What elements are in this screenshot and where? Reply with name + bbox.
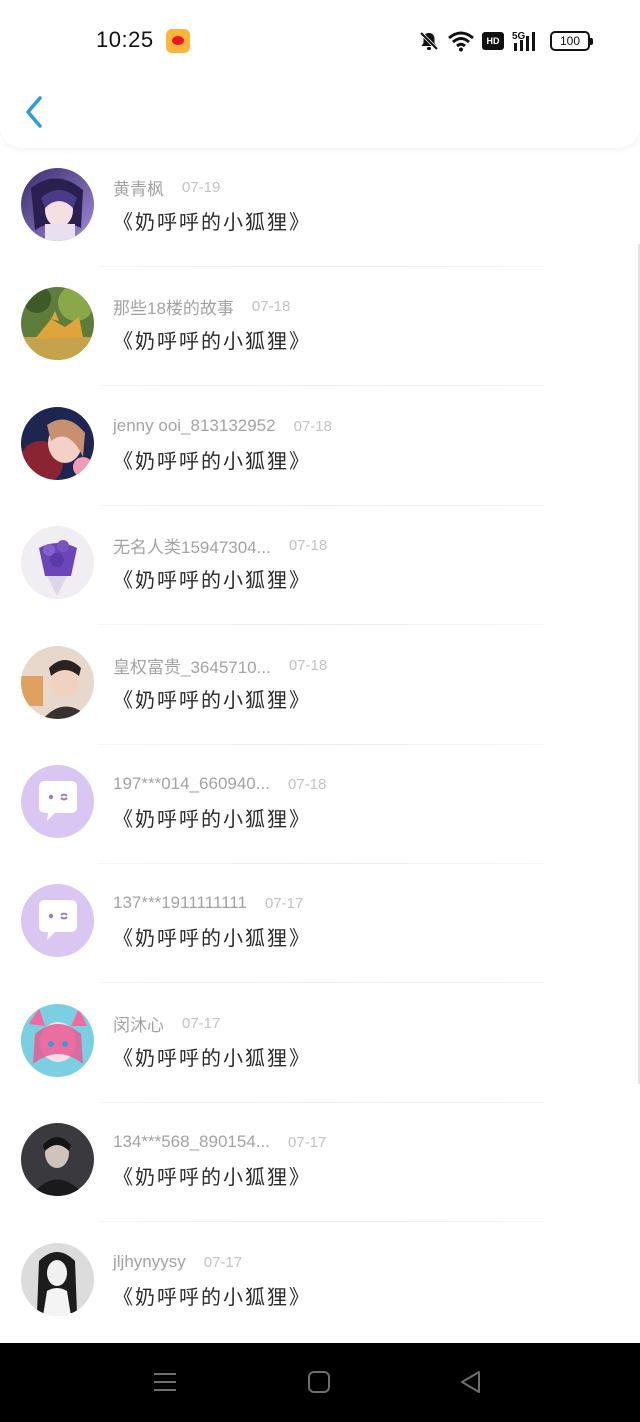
list-item[interactable]: 无名人类15947304... 07-18 《奶呼呼的小狐狸》 xyxy=(0,506,640,625)
comment-date: 07-18 xyxy=(287,775,327,793)
book-title[interactable]: 《奶呼呼的小狐狸》 xyxy=(113,1281,311,1310)
name-line: 197***014_660940... 07-18 xyxy=(113,773,326,795)
comment-date: 07-18 xyxy=(293,417,332,435)
avatar[interactable] xyxy=(21,884,94,957)
user-name[interactable]: 134***568_890154... xyxy=(113,1132,270,1152)
status-icons: HD 5G 100 xyxy=(418,28,593,54)
divider xyxy=(98,1221,544,1222)
list-item[interactable]: 闵沐心 07-17 《奶呼呼的小狐狸》 xyxy=(0,984,640,1103)
book-title[interactable]: 《奶呼呼的小狐狸》 xyxy=(113,684,311,713)
book-title[interactable]: 《奶呼呼的小狐狸》 xyxy=(113,1042,311,1071)
back-button[interactable] xyxy=(20,94,50,130)
comment-date: 07-18 xyxy=(251,297,291,315)
list-item[interactable]: 那些18楼的故事 07-18 《奶呼呼的小狐狸》 xyxy=(0,267,640,386)
signal-5g-icon: 5G xyxy=(512,30,542,52)
list-item[interactable]: 皇权富贵_3645710... 07-18 《奶呼呼的小狐狸》 xyxy=(0,626,640,745)
avatar[interactable] xyxy=(21,526,94,599)
avatar[interactable] xyxy=(21,646,94,719)
user-name[interactable]: 皇权富贵_3645710... xyxy=(113,653,271,678)
name-line: 皇权富贵_3645710... 07-18 xyxy=(113,653,328,678)
comment-date: 07-17 xyxy=(264,894,304,912)
navigation-bar xyxy=(0,1343,640,1422)
name-line: 134***568_890154... 07-17 xyxy=(113,1131,326,1153)
comment-date: 07-18 xyxy=(288,656,328,674)
user-list: 黄青枫 07-19 《奶呼呼的小狐狸》 那些18楼的故事 07-18 《奶呼呼的… xyxy=(0,148,640,1343)
screen: 10:25 HD 5G 100 黄青枫 07-19 《奶呼呼的小狐狸》 那些18… xyxy=(0,0,640,1422)
user-name[interactable]: 黄青枫 xyxy=(113,175,164,200)
book-title[interactable]: 《奶呼呼的小狐狸》 xyxy=(113,803,311,832)
comment-date: 07-19 xyxy=(182,178,221,196)
book-title[interactable]: 《奶呼呼的小狐狸》 xyxy=(113,564,311,593)
divider xyxy=(98,624,544,625)
user-name[interactable]: 闵沐心 xyxy=(113,1011,164,1036)
avatar[interactable] xyxy=(21,765,94,838)
user-name[interactable]: jljhynyysy xyxy=(113,1252,186,1272)
user-name[interactable]: 那些18楼的故事 xyxy=(113,294,234,319)
name-line: 那些18楼的故事 07-18 xyxy=(113,294,291,319)
avatar[interactable] xyxy=(21,168,94,241)
home-icon xyxy=(308,1371,330,1393)
battery-icon: 100 xyxy=(550,31,593,51)
name-line: jljhynyysy 07-17 xyxy=(113,1251,242,1273)
bell-off-icon xyxy=(418,30,440,52)
avatar[interactable] xyxy=(21,407,94,480)
avatar[interactable] xyxy=(21,1243,94,1316)
divider xyxy=(98,982,544,983)
name-line: 无名人类15947304... 07-18 xyxy=(113,533,328,558)
book-title[interactable]: 《奶呼呼的小狐狸》 xyxy=(113,325,311,354)
avatar[interactable] xyxy=(21,287,94,360)
menu-button[interactable] xyxy=(152,1369,178,1395)
list-item[interactable]: 134***568_890154... 07-17 《奶呼呼的小狐狸》 xyxy=(0,1103,640,1222)
name-line: 黄青枫 07-19 xyxy=(113,175,221,200)
status-time: 10:25 xyxy=(96,27,154,52)
name-line: jenny ooi_813132952 07-18 xyxy=(113,415,332,437)
comment-date: 07-17 xyxy=(203,1253,243,1271)
top-bar: 10:25 HD 5G 100 xyxy=(0,0,640,148)
comment-date: 07-17 xyxy=(287,1133,327,1151)
menu-icon xyxy=(154,1373,176,1391)
list-item[interactable]: jenny ooi_813132952 07-18 《奶呼呼的小狐狸》 xyxy=(0,387,640,506)
status-bar: 10:25 HD 5G 100 xyxy=(0,0,640,82)
user-name[interactable]: 137***1911111111 xyxy=(113,893,247,913)
user-name[interactable]: 197***014_660940... xyxy=(113,774,270,794)
hd-icon: HD xyxy=(482,32,504,50)
comment-date: 07-18 xyxy=(288,536,328,554)
user-name[interactable]: jenny ooi_813132952 xyxy=(113,416,276,436)
book-title[interactable]: 《奶呼呼的小狐狸》 xyxy=(113,1161,311,1190)
name-line: 闵沐心 07-17 xyxy=(113,1011,221,1036)
list-item[interactable]: 黄青枫 07-19 《奶呼呼的小狐狸》 xyxy=(0,148,640,267)
back-nav-button[interactable] xyxy=(458,1369,484,1395)
book-title[interactable]: 《奶呼呼的小狐狸》 xyxy=(113,206,311,235)
svg-text:5G: 5G xyxy=(512,31,526,42)
list-item[interactable]: 197***014_660940... 07-18 《奶呼呼的小狐狸》 xyxy=(0,745,640,864)
back-triangle-icon xyxy=(461,1371,480,1393)
name-line: 137***1911111111 07-17 xyxy=(113,892,303,914)
user-name[interactable]: 无名人类15947304... xyxy=(113,533,271,558)
list-item[interactable]: 137***1911111111 07-17 《奶呼呼的小狐狸》 xyxy=(0,864,640,983)
avatar[interactable] xyxy=(21,1004,94,1077)
book-title[interactable]: 《奶呼呼的小狐狸》 xyxy=(113,922,311,951)
weibo-icon xyxy=(166,29,190,53)
divider xyxy=(98,385,544,386)
comment-date: 07-17 xyxy=(182,1014,221,1032)
wifi-icon xyxy=(448,30,474,52)
list-item[interactable]: jljhynyysy 07-17 《奶呼呼的小狐狸》 xyxy=(0,1223,640,1342)
book-title[interactable]: 《奶呼呼的小狐狸》 xyxy=(113,445,311,474)
home-button[interactable] xyxy=(306,1369,332,1395)
chevron-left-icon xyxy=(26,96,42,128)
avatar[interactable] xyxy=(21,1123,94,1196)
